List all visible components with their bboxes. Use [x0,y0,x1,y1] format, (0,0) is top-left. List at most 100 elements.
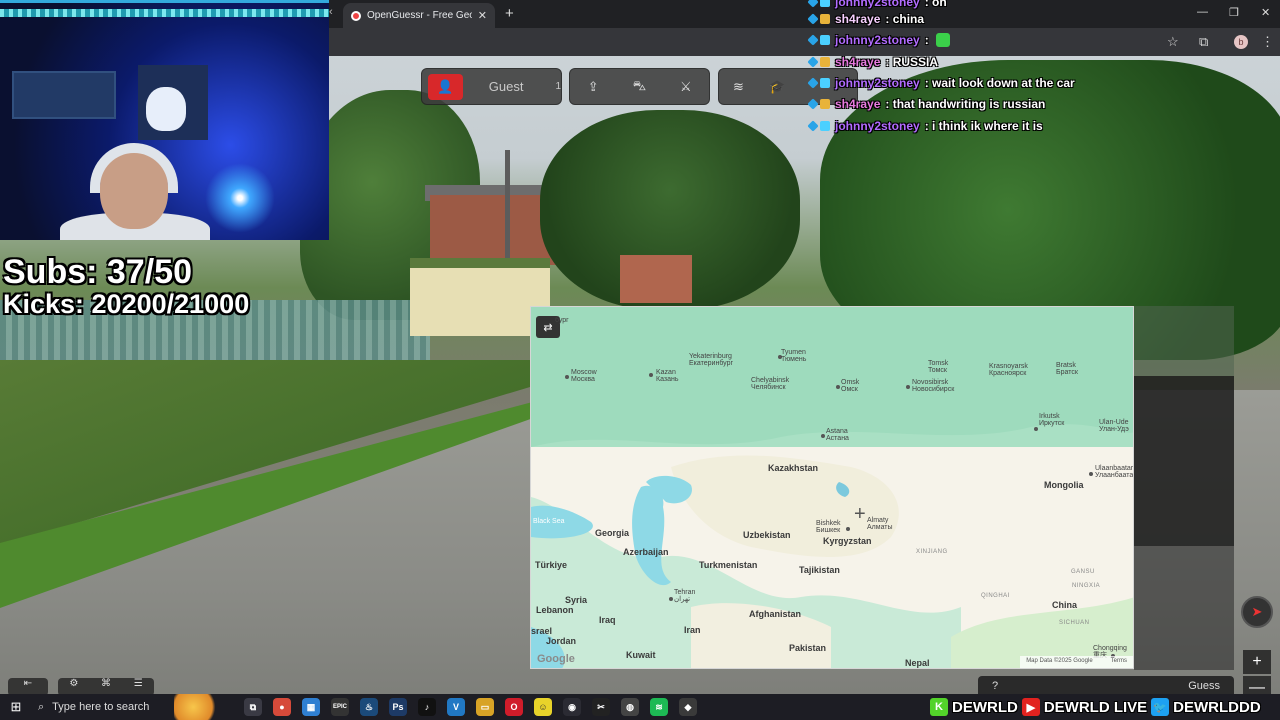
chat-badge-icon [807,0,819,8]
browser-tab[interactable]: OpenGuessr - Free GeoGuessr Alternative … [343,3,495,28]
map-region-label: GANSU [1071,569,1095,575]
chat-badge-icon [807,120,819,132]
city-marker [821,434,825,438]
map-city-label: Krasnoyarsk Красноярск [989,363,1028,378]
map-country-label: Iran [684,625,701,635]
player-count: 1 [555,81,561,92]
wall-poster [12,71,116,119]
map-city-label: Novosibirsk Новосибирск [912,379,955,394]
player-name: Guest [488,79,524,94]
kick-handle: DEWRLD [952,698,1018,716]
side-panel [1134,546,1234,670]
map-country-label: China [1052,600,1078,610]
side-panel [1134,376,1234,546]
map-country-label: srael [531,626,553,636]
store-icon[interactable]: ▦ [302,698,320,716]
snapchat-icon[interactable]: ☺ [534,698,552,716]
menu-kebab-icon[interactable]: ⋮ [1261,34,1274,50]
kicks-goal: Kicks: 20200/21000 [3,289,250,319]
minimize-button[interactable]: — [1197,6,1208,18]
steam-icon[interactable]: ♨ [360,698,378,716]
crossed-swords-icon[interactable]: ⚔ [672,79,700,95]
chat-badge-icon [820,78,830,88]
city-marker [565,375,569,379]
chrome-icon[interactable]: ● [273,698,291,716]
search-highlight-icon [174,694,222,720]
close-window-button[interactable]: ✕ [1261,6,1270,19]
new-tab-button[interactable]: + [505,5,514,22]
extensions-icon[interactable]: ⧉ [1199,34,1208,50]
capcut-icon[interactable]: ✂ [592,698,610,716]
map-region-label: SICHUAN [1059,620,1090,626]
map-country-label: Lebanon [536,605,574,615]
file-explorer-icon[interactable]: ▭ [476,698,494,716]
chat-username: sh4raye [835,12,881,26]
chat-text: : wait look down at the car [924,76,1075,90]
map-city-label: Almaty Алматы [867,517,893,532]
chat-username: johnny2stoney [835,33,920,47]
goose-poster [146,87,186,131]
map-city-label: Bratsk Братск [1056,362,1078,377]
vscode-icon[interactable]: V [447,698,465,716]
car-icon[interactable]: ⛍ [625,78,653,96]
layers-icon[interactable]: ≋ [725,79,753,95]
spotify-icon[interactable]: ≋ [650,698,668,716]
close-tab-icon[interactable]: ✕ [478,9,487,22]
map-country-label: Afghanistan [749,609,802,619]
taskview-icon[interactable]: ⧉ [244,698,262,716]
sv-kiosk [620,255,692,303]
windows-start-icon[interactable]: ⊞ [0,699,32,715]
add-user-icon: 👤 [437,78,454,94]
city-marker [669,597,673,601]
chat-username: johnny2stoney [835,76,920,90]
map-city-label: Irkutsk Иркутск [1039,413,1065,428]
led-strip [0,9,329,17]
city-marker [1089,472,1093,476]
map-city-label: Kazan Казань [656,369,679,384]
city-marker [1034,427,1038,431]
opera-icon[interactable]: O [505,698,523,716]
side-panel [1134,306,1234,376]
add-player-button[interactable]: 👤 [428,73,463,100]
chat-username: sh4raye [835,55,881,69]
upload-icon[interactable]: ⇪ [579,79,607,95]
map-city-label: Ulaanbaatar Улаанбаатар [1095,465,1134,480]
tiktok-icon[interactable]: ♪ [418,698,436,716]
chat-text: : oh [924,0,947,9]
map-region-label: XINJIANG [916,549,948,555]
photoshop-icon[interactable]: Ps [389,698,407,716]
sv-kiosk [410,258,550,336]
epic-games-icon[interactable]: EPIC [331,698,349,716]
chat-badge-icon [820,99,830,109]
browser-tab-bar: ‹ OpenGuessr - Free GeoGuessr Alternativ… [329,0,1280,28]
chat-badge-icon [807,13,819,25]
map-country-label: Pakistan [789,643,827,653]
map-country-label: Kuwait [626,650,656,660]
taskbar-search[interactable]: ⌕ Type here to search [32,694,172,720]
windows-taskbar: ⊞ ⌕ Type here to search ⧉ ● ▦ EPIC ♨ Ps … [0,694,1280,720]
chevron-left-icon[interactable]: ‹ [329,6,339,22]
minecraft-icon[interactable]: ◍ [621,698,639,716]
player-panel: 👤 Guest 1 [421,68,562,105]
map-city-label: Omsk Омск [841,379,860,394]
zoom-in-button[interactable]: + [1243,650,1271,674]
bookmark-star-icon[interactable]: ☆ [1167,34,1179,50]
app-icon[interactable]: ◆ [679,698,697,716]
compass-icon[interactable]: ➤ [1241,596,1273,628]
obs-icon[interactable]: ◉ [563,698,581,716]
guess-button[interactable]: Guess [1188,680,1220,694]
map-country-label: Georgia [595,528,630,538]
tab-title: OpenGuessr - Free GeoGuessr Alternative [367,10,472,21]
chat-message: johnny2stoney : [807,30,950,50]
map-city-label: Moscow Москва [571,369,597,384]
map-terms-link[interactable]: Terms [1111,658,1127,666]
chat-badge-icon [820,0,830,7]
graduation-cap-icon[interactable]: 🎓 [764,79,792,95]
guess-map[interactable]: ⇄ Kazakhstan Mongolia Uzbekistan Kyrgyzs… [530,306,1134,669]
map-region-label: NINGXIA [1072,583,1101,589]
restore-button[interactable]: ❐ [1229,6,1239,19]
profile-avatar[interactable]: b [1234,35,1248,49]
map-data-credit: Map Data ©2025 Google [1026,658,1093,664]
screen: ‹ OpenGuessr - Free GeoGuessr Alternativ… [0,0,1280,720]
chat-message: johnny2stoney : wait look down at the ca… [807,73,1075,93]
